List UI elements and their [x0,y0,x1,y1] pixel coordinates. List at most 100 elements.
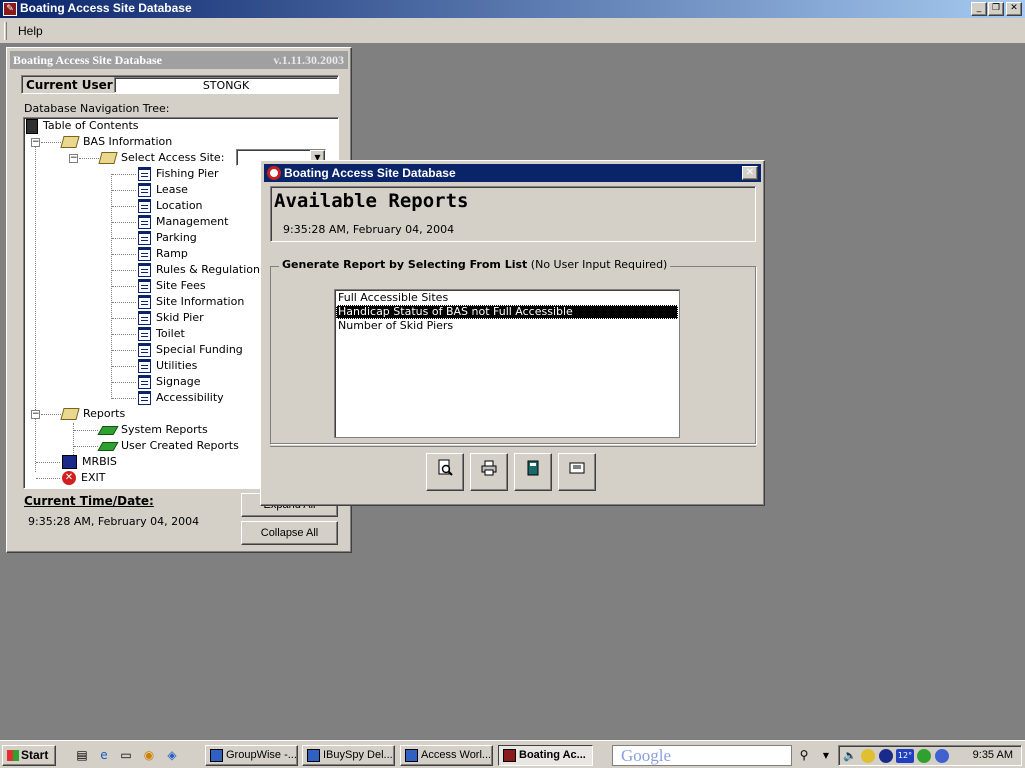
toc-book-icon [26,118,38,134]
form-icon [138,167,151,181]
green-book-icon [97,441,119,451]
print-preview-icon [438,459,453,476]
tree-item-rules-regulations[interactable]: Rules & Regulations [138,262,266,278]
tree-node-select-access-site[interactable]: Select Access Site: [98,150,224,166]
minimize-button[interactable]: _ [971,2,987,16]
clock[interactable]: 9:35 AM [973,749,1013,761]
report-list[interactable]: Full Accessible Sites Handicap Status of… [334,289,680,438]
system-tray: 🔈 12° 9:35 AM [838,745,1022,766]
tree-item-location[interactable]: Location [138,198,203,214]
tree-node-reports[interactable]: Reports [60,406,126,422]
update-icon[interactable] [917,749,931,763]
form-icon [138,311,151,325]
dialog-title-bar[interactable]: Boating Access Site Database ✕ [264,164,761,182]
start-button[interactable]: Start [2,745,56,766]
dialog-heading: Available Reports [274,190,469,212]
printer-icon [481,460,497,476]
tree-node-mrbis[interactable]: MRBIS [62,454,117,470]
tree-item-fishing-pier[interactable]: Fishing Pier [138,166,219,182]
restore-button[interactable]: ❐ [988,2,1004,16]
task-groupwise[interactable]: GroupWise -... [205,745,298,766]
tree-item-label: Accessibility [156,391,224,404]
task-label: Boating Ac... [519,749,586,761]
collapse-toggle[interactable]: − [31,410,40,419]
google-toolbar[interactable]: Google [612,745,792,766]
book-export-icon [527,460,539,476]
media-player-icon[interactable]: ◉ [141,748,157,764]
close-button[interactable]: ✕ [1006,2,1022,16]
tree-item-label: Toilet [156,327,185,340]
weather-icon[interactable]: 12° [896,749,914,763]
main-title-bar[interactable]: ✎ Boating Access Site Database _ ❐ ✕ [0,0,1025,18]
collapse-all-button[interactable]: Collapse All [241,521,338,545]
tree-node-toc[interactable]: Table of Contents [26,118,139,134]
tree-item-skid-pier[interactable]: Skid Pier [138,310,204,326]
form-icon [138,199,151,213]
tree-item-lease[interactable]: Lease [138,182,188,198]
list-item[interactable]: Full Accessible Sites [336,291,678,305]
tree-item-label: Signage [156,375,201,388]
volume-icon[interactable]: 🔈 [843,749,857,763]
tree-item-site-fees[interactable]: Site Fees [138,278,206,294]
task-ibuyspy[interactable]: IBuySpy Del... [302,745,395,766]
tree-item-ramp[interactable]: Ramp [138,246,188,262]
tree-line [112,382,136,383]
book-icon [98,152,118,164]
nav-form-title: Boating Access Site Database [13,53,162,67]
current-user-value: STONGK [114,77,338,93]
taskbar: Start ▤ e ▭ ◉ ◈ GroupWise -... IBuySpy D… [0,740,1025,768]
pencil-icon[interactable] [861,749,875,763]
collapse-toggle[interactable]: − [31,138,40,147]
tree-line [112,238,136,239]
tree-node-user-created-reports[interactable]: User Created Reports [97,438,239,454]
print-button[interactable] [470,453,508,491]
outlook-icon[interactable]: ◈ [164,748,180,764]
task-boating-access[interactable]: Boating Ac... [498,745,593,766]
print-preview-button[interactable] [426,453,464,491]
antivirus-icon[interactable] [935,749,949,763]
tree-item-site-information[interactable]: Site Information [138,294,244,310]
tree-item-special-funding[interactable]: Special Funding [138,342,243,358]
tree-line [73,423,74,455]
tree-line [112,334,136,335]
group-caption: Generate Report by Selecting From List (… [279,258,671,271]
tree-line [36,478,60,479]
task-label: GroupWise -... [226,749,297,761]
tree-node-system-reports[interactable]: System Reports [97,422,208,438]
windows-logo-icon [7,750,19,761]
current-user-label: Current User [26,78,113,92]
export-button[interactable] [514,453,552,491]
dialog-close-button[interactable]: ✕ [742,166,758,180]
tree-line [41,414,61,415]
show-desktop-icon[interactable]: ▤ [74,748,90,764]
tree-item-signage[interactable]: Signage [138,374,200,390]
menu-help[interactable]: Help [18,24,43,38]
tree-line [112,286,136,287]
tree-node-label: Reports [83,407,126,420]
app-icon: ✎ [3,2,17,16]
chevron-down-icon[interactable]: ▼ [818,748,834,764]
tree-item-utilities[interactable]: Utilities [138,358,197,374]
form-icon [138,279,151,293]
tree-line [112,190,136,191]
internet-explorer-icon[interactable]: e [96,748,112,764]
exit-icon: ✕ [62,471,76,485]
list-item[interactable]: Number of Skid Piers [336,319,678,333]
tree-item-accessibility[interactable]: Accessibility [138,390,224,406]
tree-item-toilet[interactable]: Toilet [138,326,185,342]
nav-tree-label: Database Navigation Tree: [24,102,170,115]
tree-node-label: BAS Information [83,135,173,148]
collapse-toggle[interactable]: − [69,154,78,163]
tree-node-exit[interactable]: ✕ EXIT [62,470,105,486]
close-report-button[interactable] [558,453,596,491]
binoculars-icon[interactable]: ⚲ [796,748,812,764]
tree-node-bas-information[interactable]: BAS Information [60,134,173,150]
task-access-world[interactable]: Access Worl... [400,745,493,766]
my-computer-icon[interactable]: ▭ [118,748,134,764]
tree-item-management[interactable]: Management [138,214,228,230]
tree-node-label: System Reports [121,423,208,436]
tree-line [112,398,136,399]
network-icon[interactable] [879,749,893,763]
list-item-selected[interactable]: Handicap Status of BAS not Full Accessib… [336,305,678,319]
tree-item-parking[interactable]: Parking [138,230,197,246]
